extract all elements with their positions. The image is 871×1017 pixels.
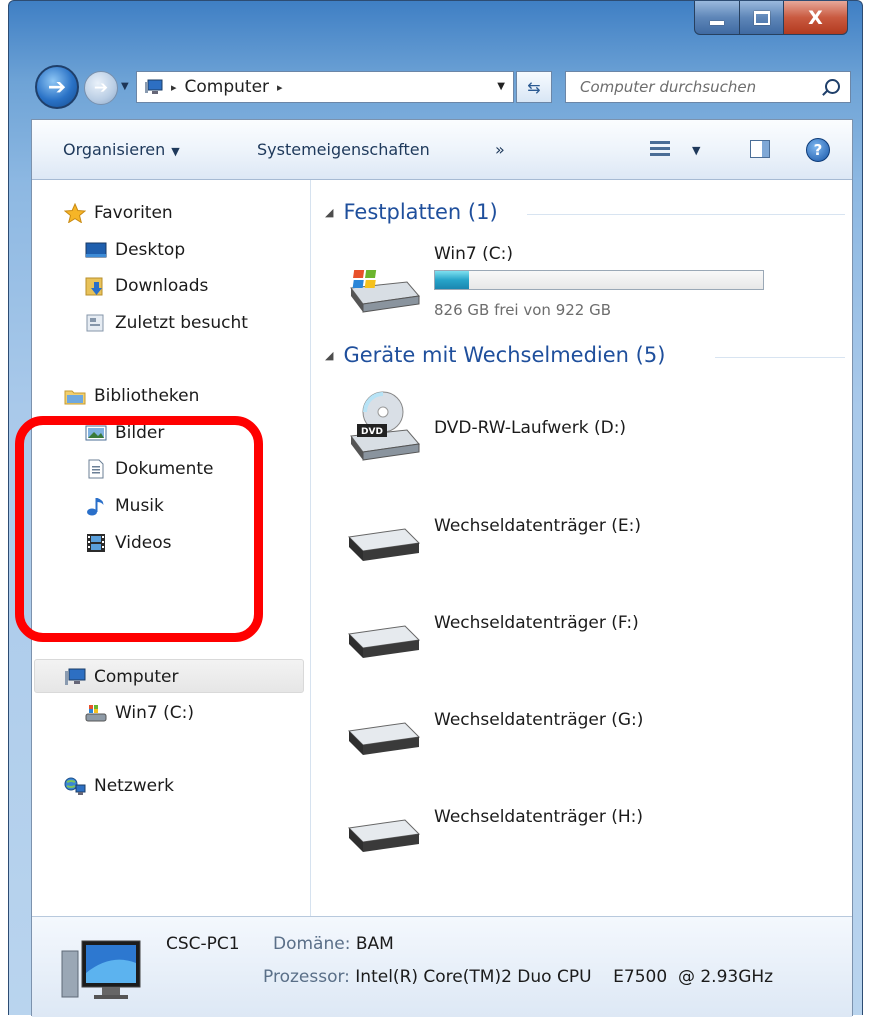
drive-name: Win7 (C:) [434,244,514,264]
system-properties-button[interactable]: Systemeigenschaften [257,140,430,159]
collapse-triangle-icon: ◢ [325,348,334,362]
breadcrumb-separator[interactable]: ▸ [277,81,283,94]
forward-button[interactable]: ➔ [84,71,118,105]
recent-pages-dropdown[interactable]: ▼ [121,81,129,92]
nav-item-recent[interactable]: Zuletzt besucht [85,308,248,338]
drive-name: Wechseldatenträger (H:) [434,807,644,827]
refresh-icon: ⇆ [527,77,541,97]
organize-button[interactable]: Organisieren ▼ [63,140,180,159]
domain-label: Domäne: [273,934,351,954]
nav-libraries[interactable]: Bibliotheken [64,381,199,411]
section-header-hard-drives[interactable]: ◢ Festplatten (1) [325,200,498,224]
downloads-folder-icon [85,276,107,296]
drive-usage-fill [435,271,470,289]
back-button[interactable]: ➔ [35,65,79,109]
drive-name: DVD-RW-Laufwerk (D:) [434,418,627,438]
removable-drive-icon [345,711,421,763]
close-icon: X [808,6,823,29]
section-divider [715,357,845,358]
desktop-icon [85,240,107,260]
nav-item-downloads[interactable]: Downloads [85,271,208,301]
explorer-window: X ➔ ➔ ▼ ▸ Computer ▸ ▼ ⇆ O [8,0,863,1017]
command-bar: Organisieren ▼ Systemeigenschaften » ▼ ? [32,120,852,180]
annotation-highlight-box [15,416,263,642]
processor-label: Prozessor: [263,967,350,987]
details-pane: CSC-PC1 Domäne: BAM Prozessor: Intel(R) … [32,916,852,1017]
drive-name: Wechseldatenträger (E:) [434,516,641,536]
computer-icon [145,79,163,95]
breadcrumb-separator[interactable]: ▸ [171,81,177,94]
nav-network-label: Netzwerk [94,776,174,796]
section-header-removable[interactable]: ◢ Geräte mit Wechselmedien (5) [325,343,665,367]
refresh-button[interactable]: ⇆ [516,71,552,103]
navigation-pane: Favoriten Desktop Downloads Zuletzt besu… [15,180,311,916]
processor-row: Prozessor: Intel(R) Core(TM)2 Duo CPU E7… [263,967,773,987]
computer-name: CSC-PC1 [166,934,240,954]
drive-name: Wechseldatenträger (G:) [434,710,644,730]
network-icon [64,776,86,796]
drive-name: Wechseldatenträger (F:) [434,613,639,633]
address-dropdown-icon[interactable]: ▼ [497,81,505,92]
double-chevron-icon: » [495,140,505,159]
help-icon[interactable]: ? [806,138,830,162]
drive-usage-bar [434,270,764,290]
system-properties-label: Systemeigenschaften [257,140,430,159]
nav-item-downloads-label: Downloads [115,276,209,296]
section-title: Geräte mit Wechselmedien (5) [343,343,666,367]
search-box[interactable] [565,71,851,103]
minimize-button[interactable] [694,1,740,35]
address-bar[interactable]: ▸ Computer ▸ ▼ [136,71,514,103]
chevron-down-icon: ▼ [171,145,180,158]
breadcrumb-computer[interactable]: Computer [185,77,270,97]
search-input[interactable] [578,77,812,97]
minimize-icon [710,20,724,25]
domain-row: Domäne: BAM [273,934,394,954]
domain-value: BAM [355,934,394,954]
search-icon[interactable] [825,79,840,94]
removable-drive-icon [345,808,421,860]
nav-network[interactable]: Netzwerk [64,771,174,801]
drive-free-space: 826 GB frei von 922 GB [434,301,612,319]
maximize-icon [753,10,770,25]
nav-computer[interactable]: Computer [64,662,179,692]
section-divider [527,214,845,215]
recent-places-icon [85,313,107,333]
preview-pane-icon[interactable] [750,140,770,158]
section-title: Festplatten (1) [343,200,498,224]
libraries-folder-icon [64,386,86,406]
content-area: Organisieren ▼ Systemeigenschaften » ▼ ? [15,119,853,1017]
nav-libraries-label: Bibliotheken [94,386,200,406]
dvd-badge: DVD [361,427,383,437]
caption-buttons: X [694,1,848,39]
system-drive-icon [85,703,107,723]
nav-computer-label: Computer [94,667,179,687]
nav-item-desktop-label: Desktop [115,240,186,260]
maximize-button[interactable] [740,1,784,35]
nav-item-desktop[interactable]: Desktop [85,235,185,265]
removable-drive-icon [345,614,421,666]
processor-value: Intel(R) Core(TM)2 Duo CPU E7500 @ 2.93G… [355,967,774,987]
collapse-triangle-icon: ◢ [325,205,334,219]
nav-item-recent-label: Zuletzt besucht [115,313,248,333]
nav-item-win7-label: Win7 (C:) [115,703,195,723]
computer-monitor-icon [58,937,144,1003]
nav-item-win7-drive[interactable]: Win7 (C:) [85,698,194,728]
more-commands-button[interactable]: » [495,140,505,159]
star-icon [63,202,87,224]
back-arrow-icon: ➔ [47,74,67,100]
dvd-drive-icon: DVD [345,390,421,464]
computer-icon [64,667,86,687]
nav-favorites[interactable]: Favoriten [63,198,173,228]
removable-drive-icon [345,517,421,569]
organize-label: Organisieren [63,140,166,159]
view-dropdown-icon[interactable]: ▼ [692,144,700,157]
system-drive-icon [345,264,421,316]
close-button[interactable]: X [784,1,848,35]
nav-favorites-label: Favoriten [94,203,173,223]
view-options-icon[interactable] [650,140,670,158]
forward-arrow-icon: ➔ [93,78,109,98]
